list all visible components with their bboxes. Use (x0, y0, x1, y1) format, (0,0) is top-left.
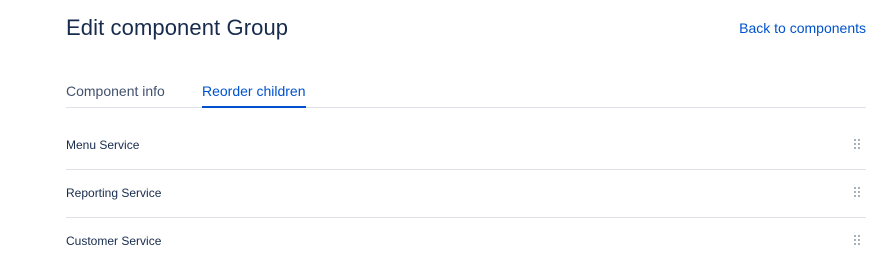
child-name: Menu Service (66, 138, 140, 152)
tab-reorder-children[interactable]: Reorder children (202, 80, 306, 108)
back-to-components-link[interactable]: Back to components (739, 18, 866, 38)
page-title: Edit component Group (66, 15, 289, 40)
list-item[interactable]: Customer Service (66, 218, 866, 265)
child-name: Reporting Service (66, 186, 162, 200)
drag-handle-icon[interactable] (854, 187, 860, 197)
children-list: Menu Service Reporting Service Customer … (66, 122, 866, 265)
page-header: Edit component Group Back to components (66, 12, 866, 48)
list-item[interactable]: Reporting Service (66, 170, 866, 218)
tab-component-info[interactable]: Component info (66, 80, 165, 107)
tab-bar: Component info Reorder children (66, 80, 866, 108)
list-item[interactable]: Menu Service (66, 122, 866, 170)
child-name: Customer Service (66, 234, 162, 248)
drag-handle-icon[interactable] (854, 139, 860, 149)
edit-component-page: Edit component Group Back to components … (66, 0, 866, 262)
drag-handle-icon[interactable] (854, 235, 860, 245)
